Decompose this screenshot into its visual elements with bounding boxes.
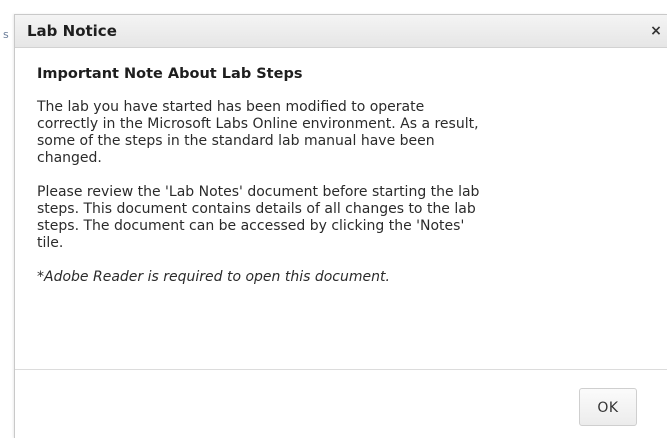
adobe-reader-note: *Adobe Reader is required to open this d… [37, 269, 390, 285]
lab-notice-dialog: Lab Notice × Important Note About Lab St… [14, 14, 667, 438]
close-icon[interactable]: × [649, 23, 663, 39]
notice-paragraph-1: The lab you have started has been modifi… [37, 99, 479, 166]
ok-button[interactable]: OK [579, 388, 637, 426]
footer-divider [15, 369, 667, 370]
dialog-title: Lab Notice [27, 22, 117, 40]
notice-paragraph-2: Please review the 'Lab Notes' document b… [37, 184, 480, 251]
dialog-content: Important Note About Lab Steps The lab y… [37, 66, 662, 286]
page: s Lab Notice × Important Note About Lab … [0, 0, 667, 438]
notice-heading: Important Note About Lab Steps [37, 66, 303, 82]
dialog-titlebar: Lab Notice × [15, 15, 667, 48]
background-text-fragment: s [3, 28, 9, 41]
